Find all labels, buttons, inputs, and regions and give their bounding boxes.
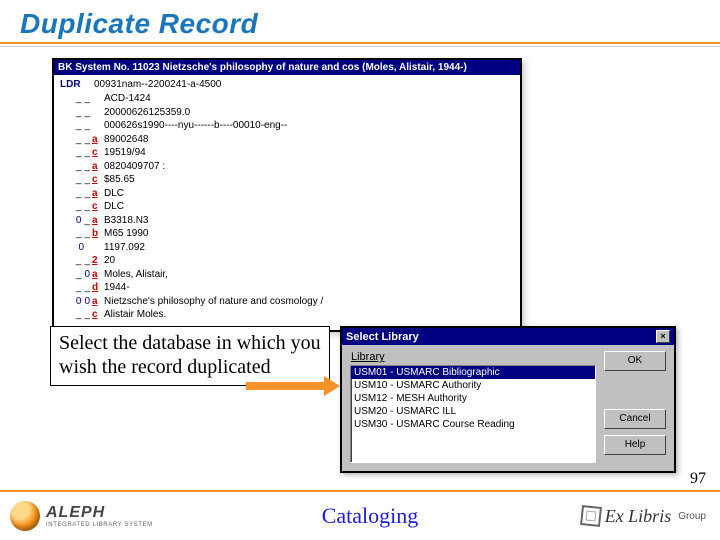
list-item[interactable]: USM20 - USMARC ILL	[351, 405, 595, 418]
list-item[interactable]: USM10 - USMARC Authority	[351, 379, 595, 392]
marc-row: __a0820409707 :	[60, 160, 514, 174]
exlibris-name: Ex Libris	[605, 506, 672, 527]
marc-row: __a89002648	[60, 133, 514, 147]
ldr-value: 00931nam--2200241-a-4500	[94, 79, 221, 90]
marc-row: __cDLC	[60, 200, 514, 214]
ldr-row: LDR 00931nam--2200241-a-4500	[60, 79, 514, 90]
square-icon	[580, 505, 602, 527]
footer: ALEPH INTEGRATED LIBRARY SYSTEM Catalogi…	[0, 494, 720, 538]
aleph-subtitle: INTEGRATED LIBRARY SYSTEM	[46, 522, 153, 528]
select-library-dialog: Select Library × Library USM01 - USMARC …	[340, 326, 676, 473]
dialog-buttons: OK Cancel Help	[604, 351, 666, 463]
list-item[interactable]: USM01 - USMARC Bibliographic	[351, 366, 595, 379]
record-window: BK System No. 11023 Nietzsche's philosop…	[52, 58, 522, 332]
marc-row: __220	[60, 254, 514, 268]
record-body: LDR 00931nam--2200241-a-4500 __ACD-1424_…	[54, 75, 520, 330]
library-listbox[interactable]: USM01 - USMARC BibliographicUSM10 - USMA…	[350, 365, 596, 463]
exlibris-group: Group	[678, 511, 706, 522]
footer-section-label: Cataloging	[200, 503, 540, 529]
dialog-title-text: Select Library	[346, 331, 419, 343]
marc-row: __20000626125359.0	[60, 106, 514, 120]
marc-row: __c19519/94	[60, 146, 514, 160]
aleph-logo: ALEPH INTEGRATED LIBRARY SYSTEM	[0, 501, 200, 531]
marc-fields: __ACD-1424__20000626125359.0__000626s199…	[60, 92, 514, 322]
cancel-button[interactable]: Cancel	[604, 409, 666, 429]
arrow-icon	[246, 378, 340, 394]
exlibris-logo: Ex Libris Group	[540, 506, 720, 527]
marc-row: 0_aB3318.N3	[60, 214, 514, 228]
dialog-titlebar[interactable]: Select Library ×	[342, 328, 674, 345]
instruction-callout: Select the database in which you wish th…	[50, 326, 330, 386]
marc-row: __000626s1990----nyu------b----00010-eng…	[60, 119, 514, 133]
marc-row: __bM65 1990	[60, 227, 514, 241]
record-window-titlebar: BK System No. 11023 Nietzsche's philosop…	[54, 60, 520, 75]
marc-row: __aDLC	[60, 187, 514, 201]
ok-button[interactable]: OK	[604, 351, 666, 371]
listbox-label: Library	[351, 351, 596, 363]
sphere-icon	[10, 501, 40, 531]
marc-row: _0aMoles, Alistair,	[60, 268, 514, 282]
title-rule-thin	[0, 46, 720, 47]
list-item[interactable]: USM12 - MESH Authority	[351, 392, 595, 405]
list-item[interactable]: USM30 - USMARC Course Reading	[351, 418, 595, 431]
footer-rule	[0, 490, 720, 492]
slide-title: Duplicate Record	[0, 0, 720, 42]
marc-row: __c$85.65	[60, 173, 514, 187]
marc-row: __cAlistair Moles.	[60, 308, 514, 322]
ldr-label: LDR	[60, 79, 94, 90]
marc-row: __d1944-	[60, 281, 514, 295]
page-number: 97	[690, 470, 706, 488]
marc-row: __ACD-1424	[60, 92, 514, 106]
close-icon[interactable]: ×	[656, 330, 670, 343]
title-rule	[0, 42, 720, 44]
help-button[interactable]: Help	[604, 435, 666, 455]
aleph-name: ALEPH	[46, 504, 153, 522]
marc-row: 00aNietzsche's philosophy of nature and …	[60, 295, 514, 309]
marc-row: 01197.092	[60, 241, 514, 255]
